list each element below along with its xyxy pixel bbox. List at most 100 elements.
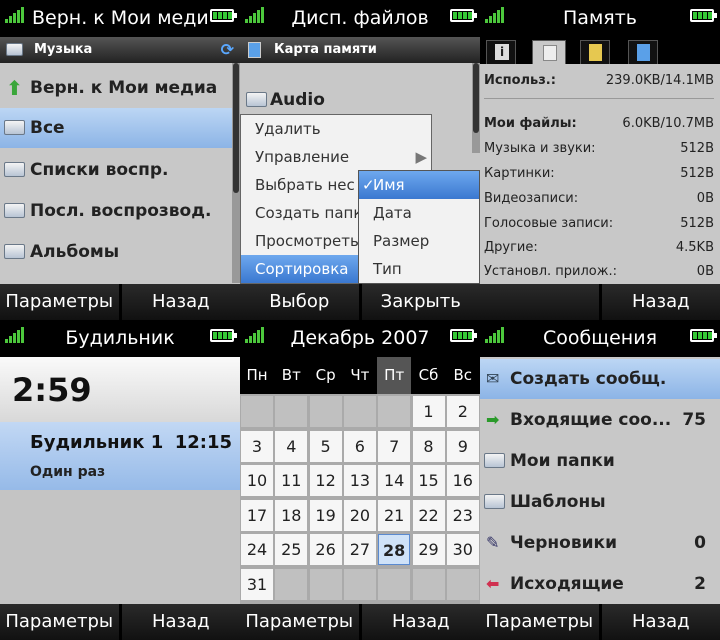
sort-size[interactable]: Размер bbox=[359, 227, 479, 255]
screenshot-grid: Верн. к Мои медиа Музыка ⟳ ⬆ Верн. к Мои … bbox=[0, 0, 720, 640]
empty-day-cell bbox=[446, 568, 479, 600]
day-cell[interactable]: 4 bbox=[275, 430, 308, 462]
info-icon: i bbox=[495, 44, 509, 60]
day-cell[interactable]: 6 bbox=[343, 430, 376, 462]
media-item-recent[interactable]: Посл. воспрозвод. bbox=[0, 191, 232, 231]
softkey-right[interactable]: Закрыть bbox=[361, 284, 480, 320]
divider bbox=[484, 98, 714, 99]
day-cell[interactable]: 29 bbox=[412, 534, 445, 565]
softkey-right[interactable]: Назад bbox=[121, 604, 240, 640]
day-cell[interactable]: 3 bbox=[241, 430, 273, 462]
sort-name[interactable]: ✓ Имя bbox=[359, 171, 479, 199]
softkey-right[interactable]: Назад bbox=[601, 604, 720, 640]
signal-icon bbox=[245, 7, 267, 23]
weekday-label: Пн bbox=[246, 366, 268, 384]
day-cell[interactable]: 20 bbox=[343, 499, 376, 531]
sort-type[interactable]: Тип bbox=[359, 255, 479, 283]
memory-row: Мои файлы: 6.0KB/10.7MB bbox=[484, 116, 714, 131]
media-item-playlists[interactable]: Списки воспр. bbox=[0, 150, 232, 190]
day-cell[interactable]: 24 bbox=[241, 534, 273, 565]
scrollbar[interactable] bbox=[232, 63, 240, 283]
day-cell[interactable]: 14 bbox=[378, 465, 411, 496]
day-cell[interactable]: 5 bbox=[309, 430, 342, 462]
msg-item-inbox[interactable]: ➡ Входящие соо... 75 bbox=[480, 400, 720, 440]
screen-title: Сообщения bbox=[542, 327, 658, 349]
outbox-count: 2 bbox=[694, 574, 706, 594]
empty-day-cell bbox=[378, 396, 411, 427]
media-item-back[interactable]: ⬆ Верн. к Мои медиа bbox=[0, 68, 232, 108]
screen-title: Верн. к Мои медиа bbox=[32, 7, 208, 29]
weekday-header: Пн Вт Ср Чт Пт Сб Вс bbox=[240, 357, 480, 394]
msg-item-folders[interactable]: Мои папки bbox=[480, 441, 720, 481]
day-cell[interactable]: 28 bbox=[378, 534, 411, 565]
softkey-left[interactable]: Параметры bbox=[480, 604, 599, 640]
day-cell[interactable]: 31 bbox=[241, 568, 273, 600]
tab-card[interactable] bbox=[628, 40, 658, 64]
empty-day-cell bbox=[378, 568, 411, 600]
day-cell[interactable]: 11 bbox=[275, 465, 308, 496]
status-bar: Верн. к Мои медиа bbox=[0, 0, 240, 37]
day-cell[interactable]: 12 bbox=[309, 465, 342, 496]
day-cell[interactable]: 27 bbox=[343, 534, 376, 565]
scrollbar[interactable] bbox=[472, 63, 480, 153]
softkey-right[interactable]: Назад bbox=[121, 284, 240, 320]
msg-item-outbox[interactable]: ⬅ Исходящие 2 bbox=[480, 564, 720, 604]
msg-item-templates[interactable]: Шаблоны bbox=[480, 482, 720, 522]
alarm-item[interactable]: Будильник 1 12:15 Один раз bbox=[0, 422, 240, 490]
day-cell[interactable]: 26 bbox=[309, 534, 342, 565]
status-bar: Будильник bbox=[0, 320, 240, 357]
screen-title: Дисп. файлов bbox=[291, 7, 429, 29]
day-cell[interactable]: 1 bbox=[412, 396, 445, 427]
day-cell[interactable]: 10 bbox=[241, 465, 273, 496]
menu-delete[interactable]: Удалить bbox=[241, 115, 431, 143]
day-cell[interactable]: 18 bbox=[275, 499, 308, 531]
battery-icon bbox=[210, 9, 237, 22]
day-cell[interactable]: 30 bbox=[446, 534, 479, 565]
softkey-left[interactable]: Выбор bbox=[240, 284, 359, 320]
subbar: Карта памяти bbox=[240, 37, 480, 63]
media-item-albums[interactable]: Альбомы bbox=[0, 232, 232, 272]
day-cell[interactable]: 9 bbox=[446, 430, 479, 462]
day-cell[interactable]: 8 bbox=[412, 430, 445, 462]
day-cell[interactable]: 19 bbox=[309, 499, 342, 531]
day-cell[interactable]: 7 bbox=[378, 430, 411, 462]
softkey-left[interactable]: Параметры bbox=[0, 284, 119, 320]
calendar-grid: 1 2 3 4 5 6 7 8 9 10 11 12 13 14 15 16 17 18 19 20 21 22 23 24 2… bbox=[240, 394, 480, 604]
msg-item-drafts[interactable]: ✎ Черновики 0 bbox=[480, 523, 720, 563]
empty-day-cell bbox=[412, 568, 445, 600]
folder-icon bbox=[484, 494, 505, 509]
softkey-right[interactable]: Назад bbox=[361, 604, 480, 640]
inbox-count: 75 bbox=[682, 410, 706, 430]
tab-sim[interactable] bbox=[580, 40, 610, 64]
screen-title: Память bbox=[563, 7, 637, 29]
media-item-all[interactable]: Все bbox=[0, 108, 232, 148]
day-cell[interactable]: 17 bbox=[241, 499, 273, 531]
day-cell[interactable]: 21 bbox=[378, 499, 411, 531]
softkey-right[interactable]: Назад bbox=[601, 284, 720, 320]
day-cell[interactable]: 15 bbox=[412, 465, 445, 496]
screen-title: Декабрь 2007 bbox=[290, 327, 430, 349]
day-cell[interactable]: 13 bbox=[343, 465, 376, 496]
tab-info[interactable]: i bbox=[486, 40, 516, 64]
folder-icon bbox=[484, 453, 505, 468]
softkey-left[interactable]: Параметры bbox=[240, 604, 359, 640]
empty-day-cell bbox=[275, 568, 308, 600]
battery-icon bbox=[690, 329, 717, 342]
day-cell[interactable]: 23 bbox=[446, 499, 479, 531]
day-cell[interactable]: 2 bbox=[446, 396, 479, 427]
weekday-label: Вс bbox=[453, 366, 473, 384]
refresh-icon[interactable]: ⟳ bbox=[221, 37, 234, 63]
msg-item-new[interactable]: ✉ Создать сообщ. bbox=[480, 359, 720, 399]
day-cell[interactable]: 22 bbox=[412, 499, 445, 531]
softkey-left[interactable]: Параметры bbox=[0, 604, 119, 640]
tab-phone[interactable] bbox=[532, 40, 566, 64]
day-cell[interactable]: 16 bbox=[446, 465, 479, 496]
menu-manage[interactable]: Управление ▶ bbox=[241, 143, 431, 171]
sort-submenu: ✓ Имя Дата Размер Тип bbox=[358, 170, 480, 284]
sim-icon bbox=[589, 44, 602, 61]
sort-date[interactable]: Дата bbox=[359, 199, 479, 227]
alarm-name: Будильник 1 bbox=[30, 432, 164, 453]
day-cell[interactable]: 25 bbox=[275, 534, 308, 565]
signal-icon bbox=[485, 7, 507, 23]
arrow-right-icon: ▶ bbox=[415, 148, 427, 166]
